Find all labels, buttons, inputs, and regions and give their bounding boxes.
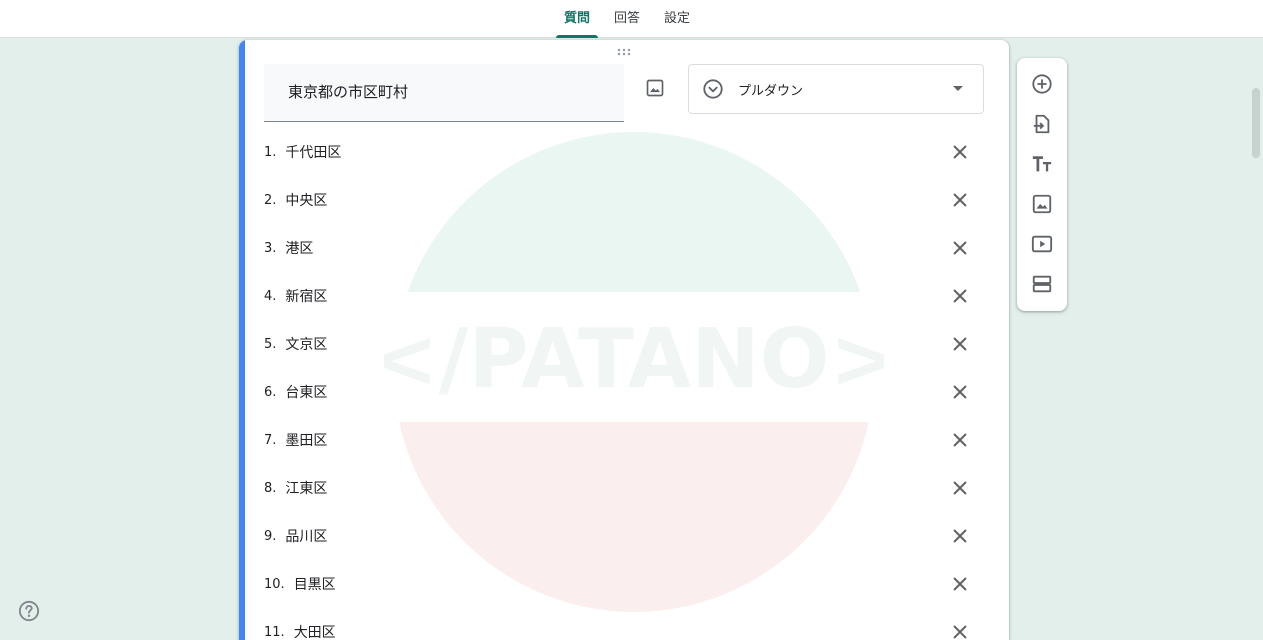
add-image-toolbar-button[interactable]	[1030, 192, 1054, 216]
close-icon	[953, 577, 967, 591]
image-icon	[646, 79, 664, 97]
question-title-field[interactable]: 東京都の市区町村	[264, 64, 624, 122]
tab-settings[interactable]: 設定	[656, 0, 698, 38]
add-image-button[interactable]	[643, 76, 667, 100]
option-number: 11.	[264, 624, 285, 640]
question-toolbar	[1017, 58, 1067, 311]
add-title-button[interactable]	[1030, 152, 1054, 176]
option-label[interactable]: 目黒区	[294, 574, 336, 594]
add-title-icon	[1032, 156, 1052, 172]
list-item[interactable]: 10. 目黒区	[264, 560, 984, 608]
add-image-icon	[1032, 194, 1052, 214]
list-item[interactable]: 4. 新宿区	[264, 272, 984, 320]
option-number: 6.	[264, 384, 277, 400]
option-label[interactable]: 千代田区	[285, 142, 341, 162]
question-type-label: プルダウン	[738, 84, 804, 99]
option-number: 7.	[264, 432, 277, 448]
option-number: 5.	[264, 336, 277, 352]
option-label[interactable]: 江東区	[285, 478, 327, 498]
option-number: 9.	[264, 528, 277, 544]
option-label[interactable]: 品川区	[285, 526, 327, 546]
close-icon	[953, 241, 967, 255]
add-section-icon	[1032, 275, 1052, 293]
list-item[interactable]: 5. 文京区	[264, 320, 984, 368]
close-icon	[953, 193, 967, 207]
option-label[interactable]: 大田区	[294, 622, 336, 640]
list-item[interactable]: 7. 墨田区	[264, 416, 984, 464]
list-item[interactable]: 1. 千代田区	[264, 128, 984, 176]
option-list: 1. 千代田区 2. 中央区 3. 港区 4. 新宿区 5. 文京区 6. 台東…	[264, 128, 984, 640]
tab-questions[interactable]: 質問	[556, 0, 599, 38]
option-number: 10.	[264, 576, 285, 592]
remove-option-button[interactable]	[948, 236, 972, 260]
help-icon[interactable]	[18, 600, 40, 622]
option-number: 2.	[264, 192, 277, 208]
close-icon	[953, 337, 967, 351]
tab-responses[interactable]: 回答	[606, 0, 648, 38]
import-questions-button[interactable]	[1030, 112, 1054, 136]
remove-option-button[interactable]	[948, 188, 972, 212]
question-card[interactable]: </PATANO> 東京都の市区町村 プルダウン 1. 千代田区 2. 中央区	[239, 40, 1009, 640]
card-focus-accent	[239, 40, 245, 640]
option-label[interactable]: 墨田区	[285, 430, 327, 450]
add-question-icon	[1032, 74, 1052, 94]
option-number: 1.	[264, 144, 277, 160]
close-icon	[953, 145, 967, 159]
remove-option-button[interactable]	[948, 620, 972, 640]
remove-option-button[interactable]	[948, 332, 972, 356]
list-item[interactable]: 6. 台東区	[264, 368, 984, 416]
dropdown-circle-icon	[703, 79, 723, 99]
chevron-down-icon	[953, 86, 963, 91]
list-item[interactable]: 2. 中央区	[264, 176, 984, 224]
remove-option-button[interactable]	[948, 284, 972, 308]
import-questions-icon	[1033, 114, 1050, 134]
close-icon	[953, 289, 967, 303]
top-tab-bar: 質問 回答 設定	[0, 0, 1263, 38]
remove-option-button[interactable]	[948, 428, 972, 452]
remove-option-button[interactable]	[948, 140, 972, 164]
close-icon	[953, 625, 967, 639]
close-icon	[953, 385, 967, 399]
list-item[interactable]: 9. 品川区	[264, 512, 984, 560]
add-section-button[interactable]	[1030, 272, 1054, 296]
question-type-select[interactable]: プルダウン	[688, 64, 984, 114]
close-icon	[953, 481, 967, 495]
remove-option-button[interactable]	[948, 476, 972, 500]
tab-list: 質問 回答 設定	[556, 0, 706, 38]
remove-option-button[interactable]	[948, 572, 972, 596]
add-video-icon	[1031, 235, 1053, 253]
remove-option-button[interactable]	[948, 524, 972, 548]
option-number: 8.	[264, 480, 277, 496]
remove-option-button[interactable]	[948, 380, 972, 404]
option-label[interactable]: 中央区	[285, 190, 327, 210]
question-title: 東京都の市区町村	[288, 83, 409, 101]
page-scrollbar[interactable]	[1252, 88, 1260, 158]
option-label[interactable]: 台東区	[285, 382, 327, 402]
close-icon	[953, 529, 967, 543]
list-item[interactable]: 8. 江東区	[264, 464, 984, 512]
close-icon	[953, 433, 967, 447]
add-video-button[interactable]	[1030, 232, 1054, 256]
add-question-button[interactable]	[1030, 72, 1054, 96]
drag-handle-icon[interactable]	[616, 48, 632, 56]
list-item[interactable]: 11. 大田区	[264, 608, 984, 640]
option-label[interactable]: 新宿区	[285, 286, 327, 306]
list-item[interactable]: 3. 港区	[264, 224, 984, 272]
option-label[interactable]: 文京区	[285, 334, 327, 354]
option-number: 4.	[264, 288, 277, 304]
option-number: 3.	[264, 240, 277, 256]
option-label[interactable]: 港区	[285, 238, 313, 258]
